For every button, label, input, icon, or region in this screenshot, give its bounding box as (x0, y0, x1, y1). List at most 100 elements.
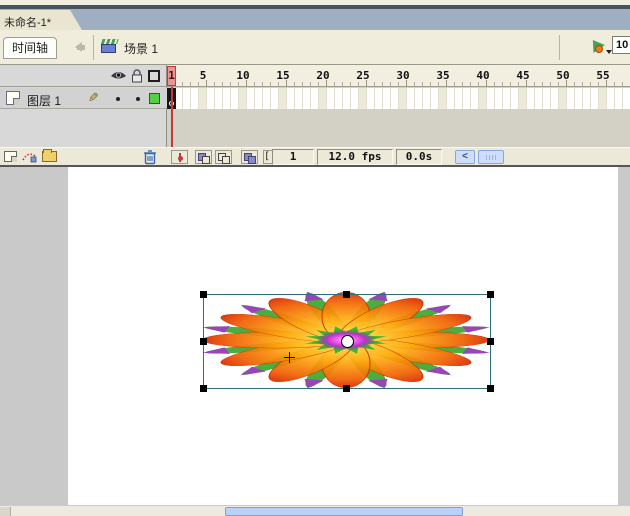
center-frame-button[interactable] (171, 150, 188, 164)
frame-cell[interactable] (367, 88, 375, 109)
frame-cell[interactable] (287, 88, 295, 109)
selection-handle-bottom-right[interactable] (487, 385, 494, 392)
frame-cell[interactable] (623, 88, 630, 109)
frame-cell[interactable] (575, 88, 583, 109)
frame-cell[interactable] (471, 88, 479, 109)
selection-handle-top-left[interactable] (200, 291, 207, 298)
selection-handle-top-center[interactable] (343, 291, 350, 298)
frame-cell[interactable] (559, 88, 567, 109)
frame-cell[interactable] (615, 88, 623, 109)
frame-cell[interactable] (439, 88, 447, 109)
frame-cell[interactable] (479, 88, 487, 109)
frame-cell[interactable] (423, 88, 431, 109)
layer-outline-color-swatch[interactable] (149, 93, 160, 104)
frame-cell[interactable] (215, 88, 223, 109)
frame-cell[interactable] (351, 88, 359, 109)
frame-cell[interactable] (463, 88, 471, 109)
frame-cell[interactable] (415, 88, 423, 109)
frame-cell[interactable] (535, 88, 543, 109)
frame-cell[interactable] (399, 88, 407, 109)
frame-cell[interactable] (191, 88, 199, 109)
edit-symbols-button[interactable] (587, 35, 612, 54)
zoom-percentage-input[interactable]: 10 (612, 36, 630, 54)
ruler-tick (558, 82, 559, 86)
frame-cell[interactable] (583, 88, 591, 109)
playhead[interactable]: 1 (167, 66, 176, 86)
lock-unlock-all-layers-icon[interactable] (131, 69, 143, 83)
frame-cell[interactable] (455, 88, 463, 109)
frame-cell[interactable] (495, 88, 503, 109)
frame-cell[interactable] (511, 88, 519, 109)
frame-cell[interactable] (303, 88, 311, 109)
selection-handle-bottom-left[interactable] (200, 385, 207, 392)
frame-cell[interactable] (311, 88, 319, 109)
frame-cell[interactable] (335, 88, 343, 109)
selection-handle-bottom-center[interactable] (343, 385, 350, 392)
edit-multiple-frames-button[interactable] (241, 150, 258, 164)
frame-cell[interactable] (247, 88, 255, 109)
frame-cell[interactable] (591, 88, 599, 109)
frame-cell[interactable] (447, 88, 455, 109)
delete-layer-button[interactable] (142, 149, 158, 165)
frame-cell[interactable] (175, 88, 183, 109)
ruler-tick (302, 82, 303, 86)
onion-skin-button[interactable] (195, 150, 212, 164)
frame-cell[interactable] (343, 88, 351, 109)
onion-skin-outlines-button[interactable] (215, 150, 232, 164)
frame-cell[interactable] (383, 88, 391, 109)
frame-cell[interactable] (263, 88, 271, 109)
frame-rate-indicator[interactable]: 12.0 fps (317, 149, 393, 165)
document-tab[interactable]: 未命名-1* (0, 10, 82, 30)
frame-cell[interactable] (199, 88, 207, 109)
frame-cell[interactable] (407, 88, 415, 109)
selection-handle-middle-right[interactable] (487, 338, 494, 345)
frame-cell[interactable] (503, 88, 511, 109)
frame-cell[interactable] (607, 88, 615, 109)
scene-breadcrumb[interactable]: 场景 1 (124, 40, 158, 57)
insert-layer-button[interactable] (4, 151, 17, 162)
frame-cell[interactable] (319, 88, 327, 109)
frame-cell[interactable] (239, 88, 247, 109)
frame-cell[interactable] (519, 88, 527, 109)
frame-ruler[interactable]: 1 5 10 15 20 25 30 35 40 45 50 55 (167, 65, 630, 87)
transform-center-point[interactable] (341, 335, 354, 348)
layer-lock-dot[interactable] (136, 97, 140, 101)
timeline-scroll-left-button[interactable]: < (455, 150, 475, 164)
frame-cell[interactable] (271, 88, 279, 109)
frame-cell[interactable] (375, 88, 383, 109)
frame-cell[interactable] (431, 88, 439, 109)
frame-cell[interactable] (279, 88, 287, 109)
frame-cell[interactable] (567, 88, 575, 109)
frame-cell[interactable] (183, 88, 191, 109)
horizontal-scrollbar[interactable] (0, 505, 630, 516)
layer-frames-row[interactable] (167, 88, 630, 109)
frame-cell[interactable] (359, 88, 367, 109)
frame-cell[interactable] (527, 88, 535, 109)
selection-handle-top-right[interactable] (487, 291, 494, 298)
selection-handle-middle-left[interactable] (200, 338, 207, 345)
frame-cell[interactable] (207, 88, 215, 109)
horizontal-scrollbar-thumb[interactable] (225, 507, 463, 516)
frame-cell[interactable] (599, 88, 607, 109)
frame-cell[interactable] (255, 88, 263, 109)
layer-name[interactable]: 图层 1 (27, 92, 61, 109)
back-arrow-icon[interactable] (70, 42, 86, 53)
layer-row[interactable]: 图层 1 ✎ (0, 88, 167, 109)
frame-cell[interactable] (231, 88, 239, 109)
frame-cell[interactable] (327, 88, 335, 109)
frame-cell[interactable] (223, 88, 231, 109)
frame-cell[interactable] (391, 88, 399, 109)
add-motion-guide-button[interactable] (22, 150, 38, 163)
show-hide-all-layers-icon[interactable] (110, 70, 127, 81)
timeline-scrollbar-thumb[interactable] (478, 150, 504, 164)
frame-cell[interactable] (487, 88, 495, 109)
timeline-panel-button[interactable]: 时间轴 (3, 37, 57, 59)
frame-cell[interactable] (295, 88, 303, 109)
insert-layer-folder-button[interactable] (42, 149, 57, 162)
show-layers-as-outlines-icon[interactable] (148, 70, 160, 82)
frame-cell[interactable] (543, 88, 551, 109)
frame-cell[interactable] (551, 88, 559, 109)
ruler-tick (294, 82, 295, 86)
ruler-tick (438, 82, 439, 86)
layer-visibility-dot[interactable] (116, 97, 120, 101)
